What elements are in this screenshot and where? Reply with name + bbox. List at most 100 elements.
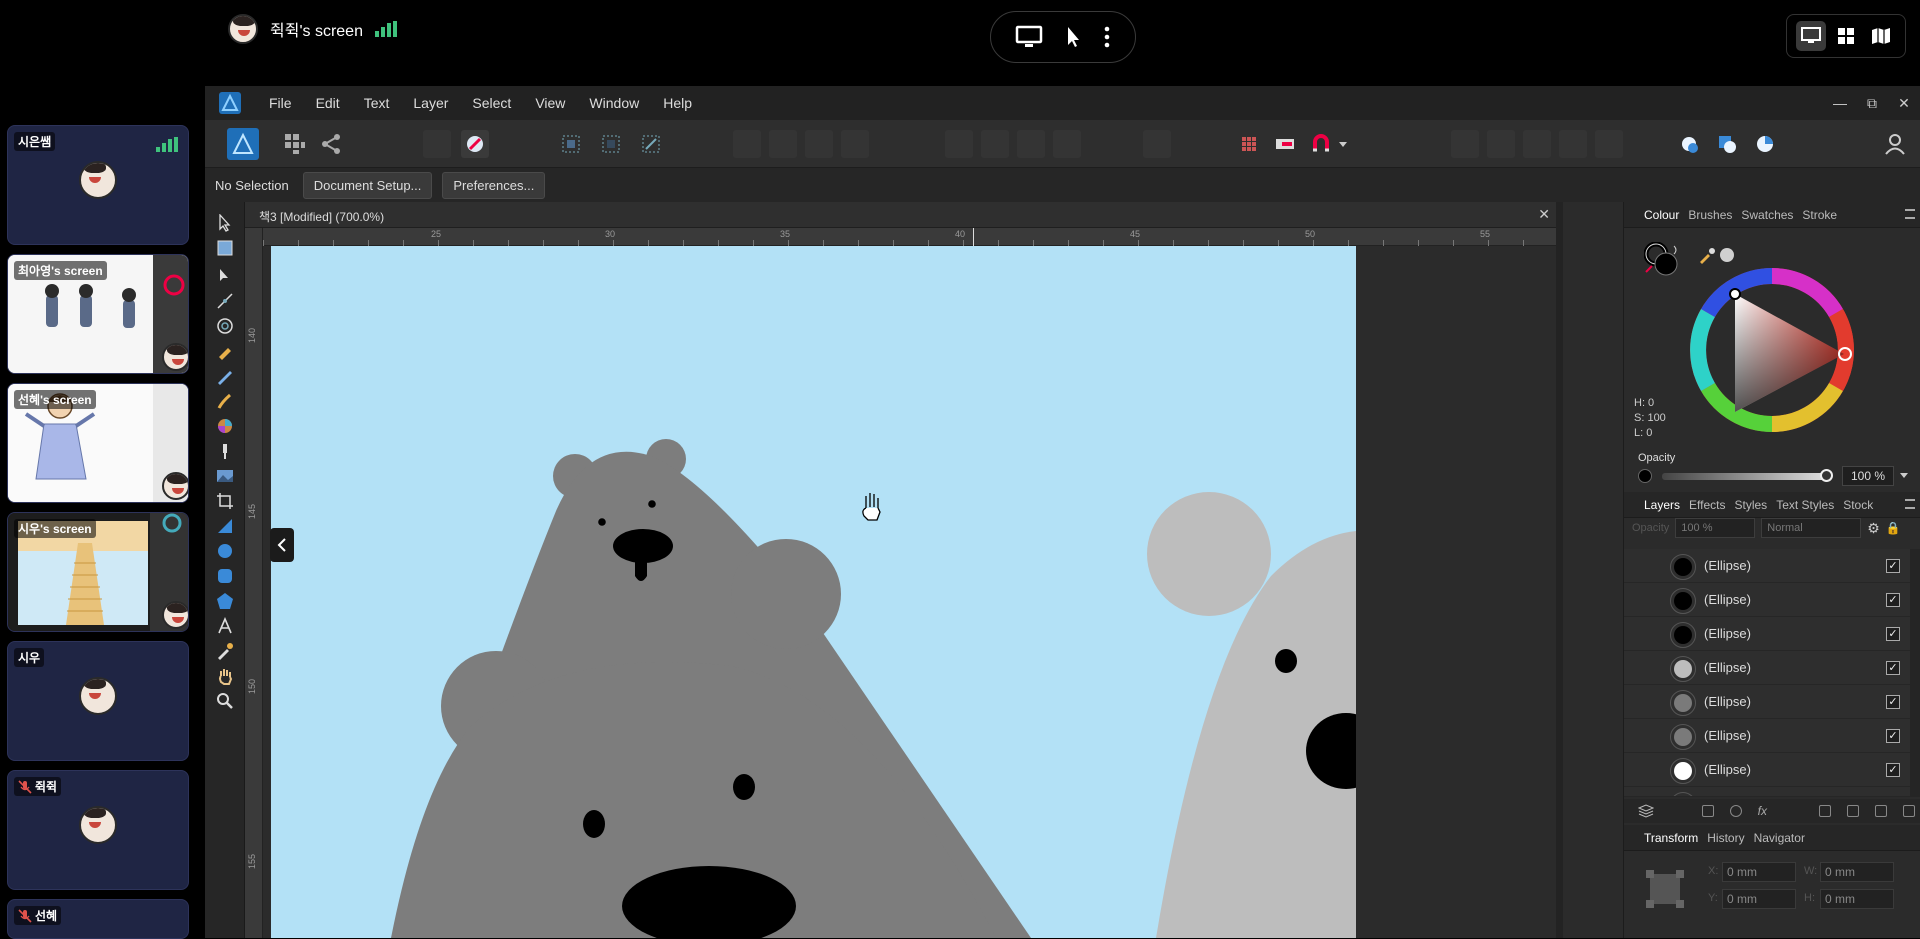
lock-icon[interactable]: 🔒 <box>1886 521 1901 535</box>
participant-tile[interactable]: 선혜 <box>7 899 189 939</box>
panel-resize-gutter[interactable] <box>1556 202 1563 938</box>
layers-stack-icon[interactable] <box>1638 804 1654 818</box>
rotate-right-icon[interactable] <box>1053 130 1081 158</box>
board-view-icon[interactable] <box>1866 21 1896 51</box>
layer-row[interactable]: (Ellipse) ✓ <box>1624 617 1910 651</box>
user-account-icon[interactable] <box>1881 130 1909 158</box>
insert-top-icon[interactable] <box>1751 130 1779 158</box>
layer-row[interactable]: (Ellipse) ✓ <box>1624 549 1910 583</box>
participant-screen-tile[interactable]: 시우's screen <box>7 512 189 632</box>
arrange-backward-icon[interactable] <box>769 130 797 158</box>
document-setup-icon[interactable] <box>423 130 451 158</box>
participant-tile[interactable]: 시우 <box>7 641 189 761</box>
color-picker-icon[interactable] <box>1698 246 1718 264</box>
tab-stroke[interactable]: Stroke <box>1802 208 1837 222</box>
layer-visibility-checkbox[interactable]: ✓ <box>1886 559 1900 573</box>
y-field[interactable]: 0 mm <box>1722 889 1796 909</box>
tab-effects[interactable]: Effects <box>1689 498 1725 512</box>
shape-tool-icon[interactable] <box>214 515 236 537</box>
panel-menu-icon[interactable] <box>1905 209 1915 219</box>
document-tab[interactable]: 책3 [Modified] (700.0%) ✕ <box>245 202 1556 228</box>
menu-layer[interactable]: Layer <box>401 95 460 111</box>
polygon-tool-icon[interactable] <box>214 590 236 612</box>
menu-edit[interactable]: Edit <box>304 95 352 111</box>
layer-visibility-checkbox[interactable]: ✓ <box>1886 661 1900 675</box>
select-all-icon[interactable] <box>557 130 585 158</box>
deselect-icon[interactable] <box>597 130 625 158</box>
speaker-view-icon[interactable] <box>1795 21 1826 51</box>
restore-icon[interactable]: ⧉ <box>1856 86 1888 120</box>
menu-select[interactable]: Select <box>460 95 523 111</box>
tab-styles[interactable]: Styles <box>1735 498 1768 512</box>
participant-tile[interactable]: 쥑쥑 <box>7 770 189 890</box>
layer-row[interactable]: (Ellipse) ✓ <box>1624 651 1910 685</box>
layer-row[interactable]: (Ellipse) ✓ <box>1624 685 1910 719</box>
boolean-divide-icon[interactable] <box>1595 130 1623 158</box>
tab-transform[interactable]: Transform <box>1644 831 1698 845</box>
layer-visibility-checkbox[interactable]: ✓ <box>1886 729 1900 743</box>
tab-layers[interactable]: Layers <box>1644 498 1680 512</box>
layer-row[interactable]: (Ellipse) ✓ <box>1624 583 1910 617</box>
invert-selection-icon[interactable] <box>637 130 665 158</box>
layer-row-partial[interactable] <box>1624 787 1910 797</box>
insert-inside-icon[interactable] <box>1675 130 1703 158</box>
more-options-icon[interactable] <box>1103 26 1111 48</box>
color-picker-tool-icon[interactable] <box>214 640 236 662</box>
tab-colour[interactable]: Colour <box>1644 208 1679 222</box>
tab-brushes[interactable]: Brushes <box>1688 208 1732 222</box>
layer-visibility-checkbox[interactable]: ✓ <box>1886 763 1900 777</box>
vector-brush-tool-icon[interactable] <box>214 390 236 412</box>
insert-behind-icon[interactable] <box>1713 130 1741 158</box>
panel-menu-icon[interactable] <box>1905 499 1915 509</box>
h-field[interactable]: 0 mm <box>1820 889 1894 909</box>
opacity-value-field[interactable]: 100 % <box>1842 466 1894 486</box>
preferences-button[interactable]: Preferences... <box>442 171 546 199</box>
layer-row[interactable]: (Ellipse) ✓ <box>1624 719 1910 753</box>
minimize-icon[interactable]: — <box>1824 86 1856 120</box>
fill-tool-icon[interactable] <box>214 415 236 437</box>
snapping-icon[interactable] <box>461 130 489 158</box>
colour-wheel[interactable] <box>1688 266 1856 434</box>
grid-view-icon[interactable] <box>1831 21 1861 51</box>
vertical-ruler[interactable]: 140 145 150 155 <box>245 228 263 938</box>
participant-screen-tile[interactable]: 최아영's screen <box>7 254 189 374</box>
boolean-subtract-icon[interactable] <box>1487 130 1515 158</box>
opacity-slider-handle[interactable] <box>1820 469 1833 482</box>
add-layer-icon[interactable] <box>1819 805 1831 817</box>
point-transform-tool-icon[interactable] <box>214 290 236 312</box>
snapping-dropdown-icon[interactable] <box>1339 142 1347 147</box>
remote-control-cursor-icon[interactable] <box>1063 25 1083 49</box>
participant-tile[interactable]: 시은쌤 <box>7 125 189 245</box>
flip-horizontal-icon[interactable] <box>945 130 973 158</box>
opacity-slider[interactable] <box>1662 473 1826 480</box>
tab-swatches[interactable]: Swatches <box>1741 208 1793 222</box>
export-persona-icon[interactable] <box>317 130 345 158</box>
node-tool-icon[interactable] <box>214 265 236 287</box>
fx-icon[interactable]: fx <box>1758 804 1767 818</box>
gear-icon[interactable]: ⚙ <box>1867 520 1880 537</box>
close-document-icon[interactable]: ✕ <box>1538 206 1550 223</box>
boolean-xor-icon[interactable] <box>1559 130 1587 158</box>
arrange-back-icon[interactable] <box>733 130 761 158</box>
align-icon[interactable] <box>1143 130 1171 158</box>
layer-opacity-dropdown[interactable]: 100 % <box>1675 518 1756 538</box>
layers-scrollbar[interactable] <box>1910 549 1920 797</box>
menu-text[interactable]: Text <box>352 95 402 111</box>
participant-screen-tile[interactable]: 선혜's screen <box>7 383 189 503</box>
opacity-dropdown-icon[interactable] <box>1900 473 1908 478</box>
monitor-icon[interactable] <box>1015 25 1043 49</box>
w-field[interactable]: 0 mm <box>1820 862 1894 882</box>
menu-window[interactable]: Window <box>577 95 651 111</box>
layer-visibility-checkbox[interactable]: ✓ <box>1886 593 1900 607</box>
rounded-rectangle-tool-icon[interactable] <box>214 565 236 587</box>
tab-stock[interactable]: Stock <box>1843 498 1873 512</box>
pencil-tool-icon[interactable] <box>214 365 236 387</box>
menu-help[interactable]: Help <box>651 95 704 111</box>
blend-mode-dropdown[interactable]: Normal <box>1761 518 1862 538</box>
place-image-tool-icon[interactable] <box>214 465 236 487</box>
text-tool-icon[interactable] <box>214 615 236 637</box>
anchor-point-icon[interactable] <box>1644 868 1686 910</box>
group-layers-icon[interactable] <box>1875 805 1887 817</box>
close-window-icon[interactable]: ✕ <box>1888 86 1920 120</box>
view-mode-icon[interactable] <box>1271 130 1299 158</box>
